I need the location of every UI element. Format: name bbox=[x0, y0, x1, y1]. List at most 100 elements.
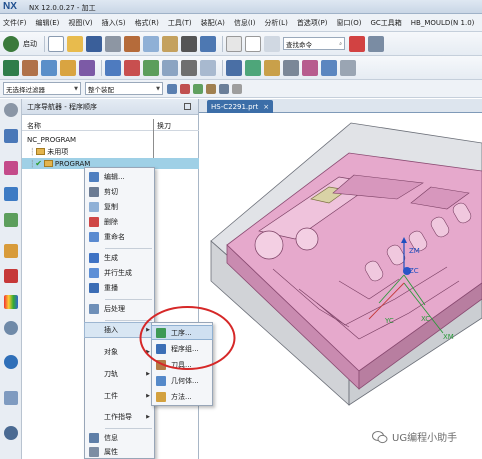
start-menu-label[interactable]: 启动 bbox=[23, 39, 37, 49]
menu-file[interactable]: 文件(F) bbox=[3, 18, 27, 28]
settings-gear-icon[interactable] bbox=[4, 103, 18, 117]
postprocess-icon[interactable] bbox=[181, 59, 197, 76]
menu-item-copy[interactable]: 复制 bbox=[85, 200, 154, 214]
palette-icon[interactable] bbox=[4, 295, 18, 309]
menu-item-properties[interactable]: 属性 bbox=[85, 445, 154, 459]
open-folder-icon[interactable] bbox=[67, 35, 83, 52]
transform-icon[interactable] bbox=[245, 59, 261, 76]
copy-icon[interactable] bbox=[143, 35, 159, 52]
machine-tool-view-icon[interactable] bbox=[4, 161, 18, 175]
menu-preferences[interactable]: 首选项(P) bbox=[297, 18, 328, 28]
shop-doc-icon[interactable] bbox=[200, 59, 216, 76]
menu-item-insert[interactable]: 插入 ▶ bbox=[84, 322, 155, 338]
menu-item-information[interactable]: 信息 bbox=[85, 431, 154, 445]
submenu-item-operation[interactable]: 工序... bbox=[151, 325, 213, 340]
create-method-icon[interactable] bbox=[60, 59, 76, 76]
face-rule-icon[interactable] bbox=[206, 83, 216, 94]
help-icon[interactable] bbox=[4, 391, 18, 405]
menu-item-object[interactable]: 对象 ▶ bbox=[85, 345, 154, 359]
menu-item-work-instruction[interactable]: 工作指导 ▶ bbox=[85, 410, 154, 424]
menu-item-rename[interactable]: 重命名 bbox=[85, 230, 154, 244]
info-tool-icon[interactable] bbox=[321, 59, 337, 76]
menu-analysis[interactable]: 分析(L) bbox=[264, 18, 287, 28]
shading-icon[interactable] bbox=[232, 83, 242, 94]
menu-item-postprocess[interactable]: 后处理 bbox=[85, 302, 154, 316]
part-navigator-icon[interactable] bbox=[4, 244, 18, 258]
display-object-icon[interactable] bbox=[264, 59, 280, 76]
view-orient-icon[interactable] bbox=[219, 83, 229, 94]
menu-item-edit[interactable]: 编辑... bbox=[85, 170, 154, 184]
menu-item-parallel-generate[interactable]: 并行生成 bbox=[85, 266, 154, 280]
command-search-input[interactable]: 查找命令 ⌕ bbox=[283, 37, 345, 50]
menu-hb-mould[interactable]: HB_MOULD(N 1.0) bbox=[411, 19, 475, 27]
create-geometry-icon[interactable] bbox=[41, 59, 57, 76]
layer-icon[interactable] bbox=[226, 35, 242, 52]
snap-point-icon[interactable] bbox=[180, 83, 190, 94]
pointer-icon[interactable] bbox=[264, 35, 280, 52]
delete-icon[interactable] bbox=[181, 35, 197, 52]
submenu-item-method[interactable]: 方法... bbox=[152, 390, 212, 403]
tree-node-unused-items[interactable]: ┆ 未用项 bbox=[22, 146, 199, 157]
menu-item-cut[interactable]: 剪切 bbox=[85, 185, 154, 199]
verify-toolpath-icon[interactable] bbox=[124, 59, 140, 76]
submenu-item-tool[interactable]: 刀具... bbox=[152, 358, 212, 371]
feature-icon[interactable] bbox=[302, 59, 318, 76]
create-operation-icon[interactable] bbox=[79, 59, 95, 76]
menu-tools[interactable]: 工具(T) bbox=[168, 18, 192, 28]
cut-icon[interactable] bbox=[124, 35, 140, 52]
clock-icon[interactable] bbox=[4, 426, 18, 440]
menu-view[interactable]: 视图(V) bbox=[68, 18, 92, 28]
measure-icon[interactable] bbox=[283, 59, 299, 76]
select-all-icon[interactable] bbox=[167, 83, 177, 94]
column-name-header[interactable]: 名称 bbox=[27, 121, 41, 131]
curve-rule-icon[interactable] bbox=[193, 83, 203, 94]
menu-info[interactable]: 信息(I) bbox=[234, 18, 256, 28]
snap-icon[interactable] bbox=[368, 35, 384, 52]
undo-icon[interactable] bbox=[200, 35, 216, 52]
assembly-scope-select[interactable]: 整个装配 ▼ bbox=[85, 82, 163, 95]
menu-assembly[interactable]: 装配(A) bbox=[201, 18, 225, 28]
menu-item-toolpath[interactable]: 刀轨 ▶ bbox=[85, 367, 154, 381]
print-icon[interactable] bbox=[105, 35, 121, 52]
method-view-icon[interactable] bbox=[4, 213, 18, 227]
submenu-item-program-group[interactable]: 程序组... bbox=[152, 342, 212, 355]
menu-gc-toolbox[interactable]: GC工具箱 bbox=[370, 18, 401, 28]
menu-item-generate[interactable]: 生成 bbox=[85, 251, 154, 265]
create-program-icon[interactable] bbox=[3, 59, 19, 76]
save-icon[interactable] bbox=[86, 35, 102, 52]
layout-icon[interactable] bbox=[340, 59, 356, 76]
menu-window[interactable]: 窗口(O) bbox=[337, 18, 362, 28]
tree-node-nc-program[interactable]: NC_PROGRAM bbox=[22, 134, 199, 145]
part-file-tab[interactable]: HS-C2291.prt × bbox=[207, 100, 274, 113]
create-tool-icon[interactable] bbox=[22, 59, 38, 76]
grid-icon[interactable] bbox=[349, 35, 365, 52]
part-model-view[interactable]: ZM ZC XC XM YC bbox=[199, 113, 482, 459]
menu-insert[interactable]: 插入(S) bbox=[102, 18, 126, 28]
menu-item-workpiece[interactable]: 工件 ▶ bbox=[85, 389, 154, 403]
info-icon bbox=[89, 433, 99, 443]
geometry-view-icon[interactable] bbox=[4, 187, 18, 201]
menu-edit[interactable]: 编辑(E) bbox=[36, 18, 60, 28]
graphics-window[interactable]: HS-C2291.prt × ZM ZC XC XM YC bbox=[199, 99, 482, 459]
generate-toolpath-icon[interactable] bbox=[105, 59, 121, 76]
paste-icon[interactable] bbox=[162, 35, 178, 52]
close-icon[interactable]: × bbox=[263, 103, 269, 111]
menu-format[interactable]: 格式(R) bbox=[135, 18, 159, 28]
navigator-maximize-icon[interactable] bbox=[184, 103, 191, 110]
column-tool-change-header[interactable]: 换刀 bbox=[157, 121, 171, 131]
history-icon[interactable] bbox=[4, 269, 18, 283]
edit-object-icon[interactable] bbox=[226, 59, 242, 76]
operation-navigator-icon[interactable] bbox=[4, 129, 18, 143]
submenu-item-geometry[interactable]: 几何体... bbox=[152, 374, 212, 387]
list-toolpath-icon[interactable] bbox=[162, 59, 178, 76]
menu-item-replay[interactable]: 重播 bbox=[85, 281, 154, 295]
new-file-icon[interactable] bbox=[48, 35, 64, 52]
replay-toolpath-icon[interactable] bbox=[143, 59, 159, 76]
visibility-eye-icon[interactable] bbox=[4, 321, 18, 335]
selection-filter-select[interactable]: 无选择过滤器 ▼ bbox=[3, 82, 81, 95]
menu-item-delete[interactable]: 删除 bbox=[85, 215, 154, 229]
assembly-scope-value: 整个装配 bbox=[88, 85, 114, 94]
window-icon[interactable] bbox=[245, 35, 261, 52]
start-icon[interactable] bbox=[3, 35, 19, 52]
info-circle-icon[interactable] bbox=[4, 355, 18, 369]
